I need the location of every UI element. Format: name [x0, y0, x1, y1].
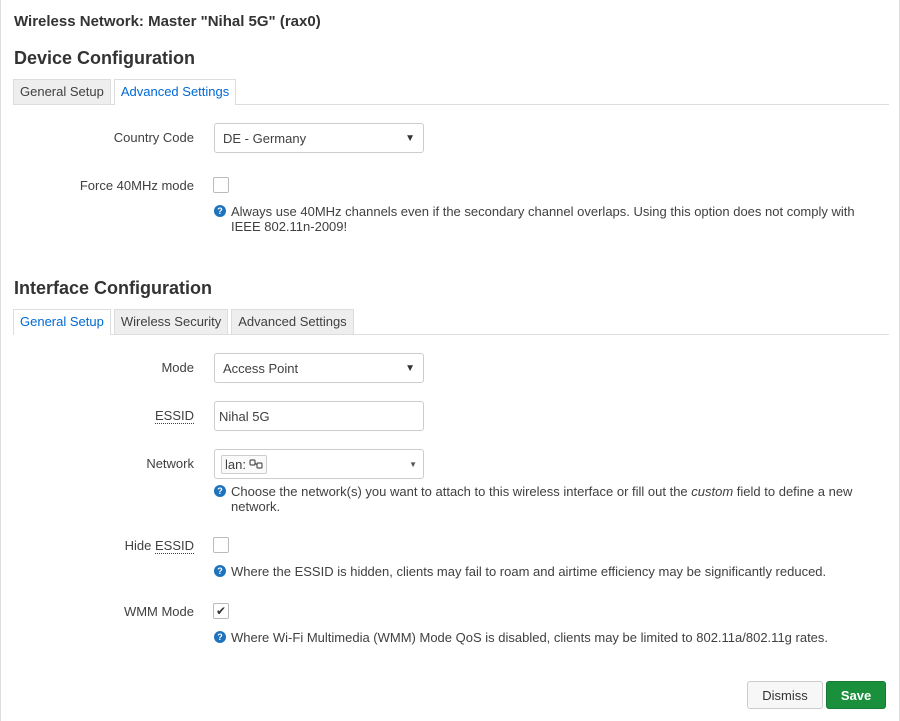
- force-40mhz-help: ? Always use 40MHz channels even if the …: [214, 204, 874, 234]
- essid-input[interactable]: [214, 401, 424, 431]
- wmm-mode-help-text: Where Wi-Fi Multimedia (WMM) Mode QoS is…: [231, 630, 829, 645]
- help-icon: ?: [214, 205, 226, 217]
- network-label: Network: [146, 456, 194, 471]
- save-button[interactable]: Save: [826, 681, 886, 709]
- device-tabs: General Setup Advanced Settings: [13, 79, 889, 105]
- network-icon: [249, 459, 263, 469]
- force-40mhz-help-text: Always use 40MHz channels even if the se…: [231, 204, 855, 234]
- interface-configuration-title: Interface Configuration: [14, 278, 213, 298]
- country-code-label: Country Code: [113, 130, 194, 145]
- tab-device-advanced-settings[interactable]: Advanced Settings: [113, 79, 237, 105]
- network-chip-label: lan:: [225, 456, 246, 472]
- chevron-down-icon: ▼: [405, 362, 415, 374]
- hide-essid-help-text: Where the ESSID is hidden, clients may f…: [231, 564, 827, 579]
- tab-interface-advanced-settings[interactable]: Advanced Settings: [231, 309, 354, 334]
- chevron-down-icon: ▼: [405, 132, 415, 144]
- help-icon: ?: [214, 631, 226, 643]
- dismiss-button[interactable]: Dismiss: [747, 681, 823, 709]
- help-icon: ?: [214, 485, 226, 497]
- checkmark-icon: ✔: [215, 604, 227, 618]
- wmm-mode-help: ? Where Wi-Fi Multimedia (WMM) Mode QoS …: [214, 630, 874, 645]
- network-help-custom: custom: [691, 484, 734, 499]
- hide-essid-label-text: Hide: [124, 538, 155, 553]
- mode-label: Mode: [161, 360, 194, 375]
- country-code-select[interactable]: DE - Germany ▼: [214, 123, 424, 153]
- network-chip-lan[interactable]: lan:: [221, 454, 267, 474]
- hide-essid-help: ? Where the ESSID is hidden, clients may…: [214, 564, 874, 579]
- tab-interface-wireless-security[interactable]: Wireless Security: [113, 309, 229, 334]
- interface-tabs: General Setup Wireless Security Advanced…: [13, 309, 889, 335]
- tab-interface-general-setup[interactable]: General Setup: [13, 309, 111, 335]
- essid-label-text: ESSID: [154, 408, 194, 424]
- force-40mhz-checkbox[interactable]: [213, 177, 229, 193]
- hide-essid-label: Hide ESSID: [1, 538, 194, 554]
- tab-device-general-setup[interactable]: General Setup: [13, 79, 111, 104]
- wmm-mode-label: WMM Mode: [123, 604, 194, 619]
- hide-essid-checkbox[interactable]: [213, 537, 229, 553]
- chevron-down-icon: ▼: [409, 459, 417, 469]
- network-help: ? Choose the network(s) you want to atta…: [214, 484, 874, 514]
- network-help-part: Choose the network(s) you want to attach…: [231, 484, 692, 499]
- network-select[interactable]: lan: ▼: [214, 449, 424, 479]
- mode-value: Access Point: [223, 360, 299, 376]
- country-code-value: DE - Germany: [223, 130, 307, 146]
- force-40mhz-label: Force 40MHz mode: [79, 178, 194, 193]
- hide-essid-label-abbr: ESSID: [154, 538, 194, 554]
- device-configuration-title: Device Configuration: [14, 48, 196, 68]
- help-icon: ?: [214, 565, 226, 577]
- essid-label: ESSID: [1, 408, 194, 424]
- wmm-mode-checkbox[interactable]: ✔: [213, 603, 229, 619]
- network-help-text: Choose the network(s) you want to attach…: [231, 484, 874, 514]
- mode-select[interactable]: Access Point ▼: [214, 353, 424, 383]
- modal-title: Wireless Network: Master "Nihal 5G" (rax…: [14, 13, 321, 30]
- wireless-network-modal: Wireless Network: Master "Nihal 5G" (rax…: [0, 0, 900, 721]
